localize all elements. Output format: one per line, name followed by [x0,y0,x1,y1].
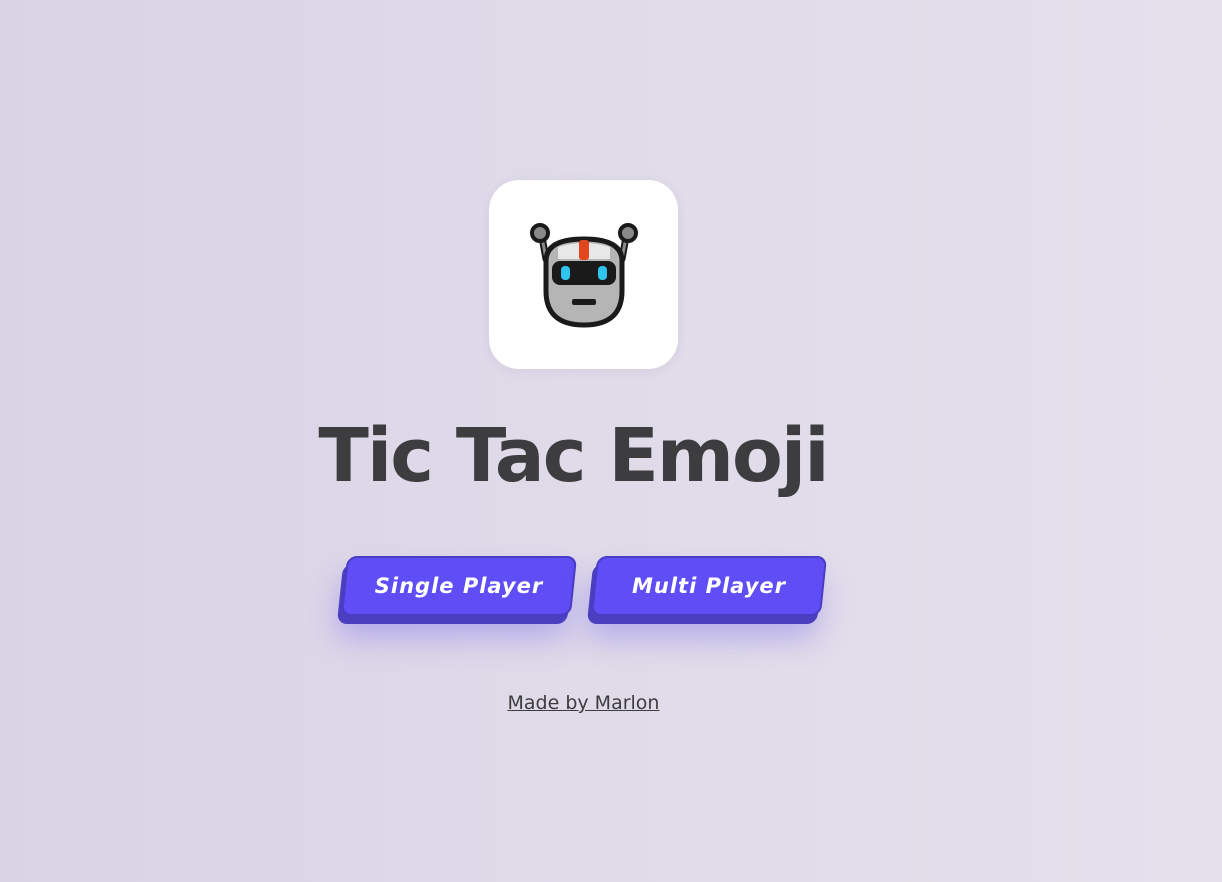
footer: Made by Marlon [0,692,1167,714]
page-title: Tic Tac Emoji [318,413,829,499]
logo-card [489,180,678,369]
mode-buttons: Single Player Multi Player [336,556,828,625]
single-player-label: Single Player [374,574,544,598]
multi-player-button[interactable]: Multi Player [586,556,828,625]
robot-face-icon [529,222,638,328]
single-player-button[interactable]: Single Player [336,556,578,625]
multi-player-label: Multi Player [632,574,786,598]
credit-link[interactable]: Made by Marlon [508,692,660,714]
